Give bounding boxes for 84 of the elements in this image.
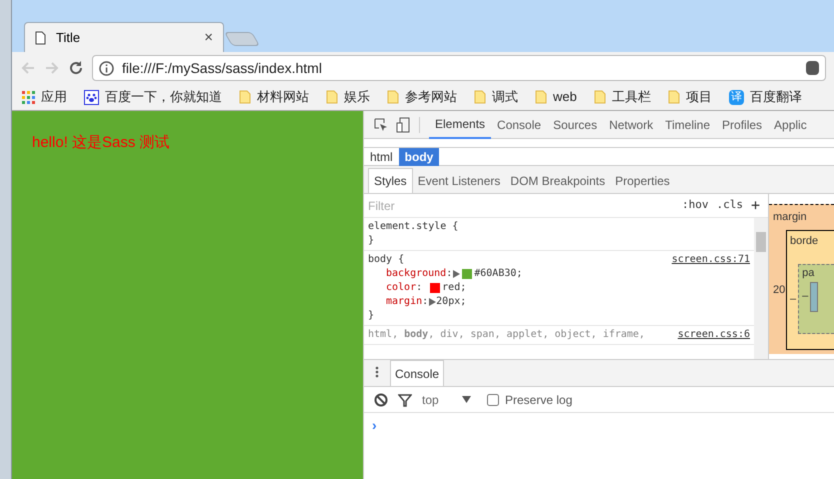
reload-icon[interactable] (68, 60, 84, 76)
styles-subtab[interactable]: Styles (368, 168, 413, 193)
css-selector: html, body, div, span, applet, object, iframe, (368, 328, 645, 342)
padding-label: pa (802, 266, 816, 281)
devtools-tab[interactable]: Sources (547, 110, 604, 138)
device-icon[interactable] (396, 116, 410, 132)
close-tab-button[interactable]: × (204, 30, 213, 45)
tab-title: Title (56, 28, 82, 47)
add-rule-button[interactable]: + (746, 194, 764, 217)
address-bar[interactable]: file:///F:/mySass/sass/index.html (92, 55, 826, 81)
url-text: file:///F:/mySass/sass/index.html (122, 58, 323, 78)
expand-triangle-icon[interactable] (452, 270, 460, 278)
colon: : (446, 267, 452, 281)
property-value: red; (442, 281, 466, 295)
bookmark-link[interactable]: 项目 (686, 87, 712, 107)
breadcrumb-item[interactable]: html (364, 148, 399, 166)
context-selector[interactable]: top (422, 390, 452, 408)
bookmark-link[interactable]: 调式 (492, 87, 518, 107)
margin-left-value: 20 (773, 282, 785, 298)
css-selector: element.style { (368, 220, 458, 234)
translate-page-icon[interactable] (806, 61, 819, 75)
devtools-tab[interactable]: Profiles (716, 110, 768, 138)
class-toggle[interactable]: .cls (712, 197, 747, 214)
clear-console-icon[interactable] (374, 392, 388, 406)
bookmark-link[interactable]: 工具栏 (612, 87, 651, 107)
info-icon (99, 60, 114, 76)
devtools-tab[interactable]: Network (603, 110, 660, 138)
bookmark-link[interactable]: 百度一下，你就知道 (105, 87, 222, 107)
property-name: margin (386, 295, 422, 309)
styles-subtab[interactable]: Event Listeners (412, 168, 506, 193)
margin-label: margin (773, 210, 808, 225)
paw-icon (84, 90, 99, 104)
console-prompt[interactable]: › (372, 417, 377, 433)
preserve-log-checkbox[interactable] (487, 394, 499, 406)
folder-icon (668, 90, 680, 104)
dropdown-caret-icon[interactable] (462, 396, 471, 403)
page-text: hello! 这是Sass 测试 (32, 134, 170, 151)
bookmark-link[interactable]: 参考网站 (405, 87, 457, 107)
color-swatch[interactable] (462, 269, 472, 279)
expand-triangle-icon[interactable] (428, 298, 436, 306)
document-icon (35, 30, 46, 44)
inspect-icon[interactable] (374, 118, 388, 132)
apps-grid-icon (22, 90, 35, 104)
folder-icon (594, 90, 606, 104)
colon: : (422, 295, 428, 309)
color-swatch[interactable] (430, 283, 440, 293)
closing-brace: } (368, 234, 376, 248)
filter-icon[interactable] (398, 392, 412, 406)
devtools-tab[interactable]: Applic (768, 110, 813, 138)
bookmark-link[interactable]: 百度翻译 (750, 87, 802, 107)
border-left-value: – (790, 292, 796, 307)
source-link[interactable]: screen.css:71 (672, 253, 750, 267)
property-value: #60AB30; (474, 267, 522, 281)
translate-icon: 译 (728, 90, 744, 104)
devtools-tab[interactable]: Console (491, 110, 548, 138)
border-label: borde (790, 234, 820, 249)
colon: : (416, 281, 424, 295)
box-model-content (810, 282, 818, 312)
folder-icon (387, 90, 399, 104)
breadcrumb-item[interactable]: body (398, 148, 440, 166)
bookmark-link[interactable]: 应用 (41, 87, 67, 107)
styles-subtab[interactable]: Properties (610, 168, 675, 193)
preserve-log-label: Preserve log (505, 392, 572, 408)
property-value: 20px; (436, 295, 466, 309)
more-options-icon[interactable] (375, 366, 379, 378)
styles-subtab[interactable]: DOM Breakpoints (505, 168, 610, 193)
browser-tab[interactable]: Title × (24, 22, 224, 52)
padding-left-value: – (802, 289, 808, 304)
source-link[interactable]: screen.css:6 (678, 328, 750, 342)
bookmark-link[interactable]: 材料网站 (257, 87, 309, 107)
bookmark-link[interactable]: web (553, 87, 577, 107)
folder-icon (535, 90, 547, 104)
devtools-tab[interactable]: Timeline (659, 110, 716, 138)
scrollbar[interactable] (754, 218, 768, 359)
folder-icon (326, 90, 338, 104)
css-selector: body { (368, 253, 404, 267)
property-name: background (386, 267, 446, 281)
property-name: color (386, 281, 416, 295)
console-drawer-tab[interactable]: Console (390, 360, 444, 386)
folder-icon (474, 90, 486, 104)
folder-icon (239, 90, 251, 104)
bookmark-link[interactable]: 娱乐 (344, 87, 370, 107)
hover-toggle[interactable]: :hov (678, 197, 712, 214)
closing-brace: } (368, 309, 376, 323)
